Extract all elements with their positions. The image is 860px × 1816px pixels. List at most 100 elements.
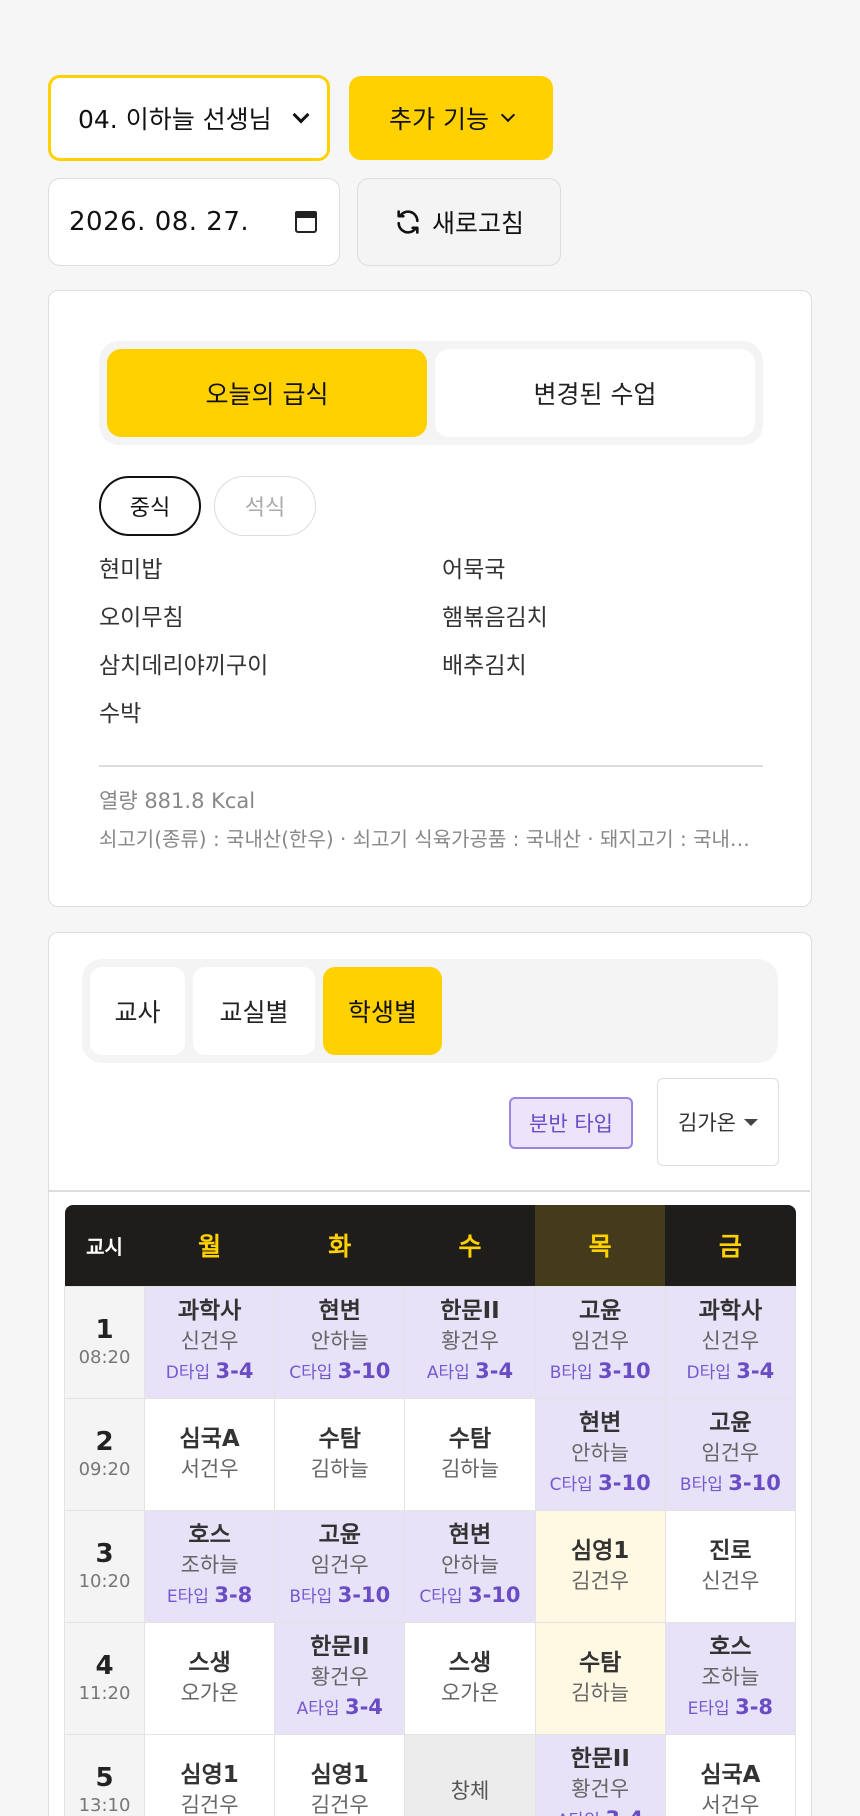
split-type-info: A타입 3-4 [275, 1692, 404, 1724]
class-cell[interactable]: 고윤 임건우 B타입 3-10 [664, 1397, 797, 1511]
split-type-suffix: 타입 [561, 1363, 593, 1383]
split-type-badge[interactable]: 분반 타입 [509, 1097, 633, 1149]
class-cell[interactable]: 심영1 김건우 [143, 1733, 276, 1816]
date-value: 2026. 08. 27. [69, 207, 250, 237]
period-number: 3 [95, 1539, 114, 1569]
timetable-row: 3 10:20 호스 조하늘 E타입 3-8 고윤 임건우 B타입 3-10 현변 안하늘 C타입 … [64, 1509, 797, 1623]
split-type-suffix: 타입 [569, 1811, 600, 1816]
class-cell[interactable]: 한문II황건우A타입 3-4 [534, 1733, 666, 1816]
class-cell[interactable]: 스생 오가온 [143, 1621, 276, 1735]
class-cell[interactable]: 심영1 김건우 [534, 1509, 666, 1623]
subject-name: 호스 [709, 1634, 752, 1660]
split-type-suffix: 타입 [438, 1363, 470, 1383]
student-select[interactable]: 김가온 [657, 1078, 779, 1166]
split-type-letter: E [166, 1587, 178, 1607]
class-cell[interactable]: 현변 안하늘 C타입 3-10 [404, 1509, 536, 1623]
class-cell[interactable]: 한문II황건우A타입 3-4 [274, 1621, 406, 1735]
class-cell[interactable]: 스생 오가온 [404, 1621, 536, 1735]
class-cell[interactable]: 수탐 김하늘 [404, 1397, 536, 1511]
refresh-button[interactable]: 새로고침 [357, 178, 561, 266]
split-type-info: D타입 3-4 [145, 1356, 274, 1388]
timetable-row: 513:10 심영1 김건우 심영1 김건우 창체 한문II 황건우 A타입 3-4 심국A 서건우 [64, 1733, 797, 1816]
split-room: 3-4 [736, 1359, 775, 1383]
meal-type-toggle: 중식 석식 [99, 476, 316, 536]
header-day-today: 목 [535, 1205, 666, 1286]
refresh-label: 새로고침 [431, 209, 524, 238]
teacher-select[interactable]: 04. 이하늘 선생님 [48, 75, 330, 161]
class-cell[interactable]: 창체 [404, 1733, 536, 1816]
split-type-letter: C [419, 1587, 432, 1607]
split-room: 3-10 [467, 1583, 521, 1607]
dinner-pill[interactable]: 석식 [214, 476, 316, 536]
tab-teacher[interactable]: 교사 [90, 967, 185, 1055]
class-cell[interactable]: 현변 안하늘 C타입 3-10 [534, 1397, 666, 1511]
class-cell[interactable]: 수탐 김하늘 [534, 1621, 666, 1735]
class-cell[interactable]: 심국A 서건우 [143, 1397, 276, 1511]
class-cell[interactable]: 수탐 김하늘 [274, 1397, 406, 1511]
class-cell[interactable]: 진로 신건우 [664, 1509, 797, 1623]
class-cell[interactable]: 고윤 임건우 B타입 3-10 [274, 1509, 406, 1623]
caret-down-icon [743, 1118, 758, 1126]
period-cell: 4 11:20 [64, 1621, 145, 1735]
class-cell[interactable]: 호스 조하늘 E타입 3-8 [664, 1621, 797, 1735]
subject-name: 현변 [448, 1522, 492, 1548]
teacher-name: 임건우 [701, 1441, 760, 1465]
meal-divider [99, 765, 763, 767]
subject-name: 현변 [318, 1298, 361, 1324]
subject-name: 한문II [440, 1298, 500, 1324]
teacher-name: 임건우 [310, 1553, 369, 1577]
calendar-icon[interactable] [295, 211, 317, 233]
tab-changed-classes[interactable]: 변경된 수업 [435, 349, 755, 437]
split-type-suffix: 타입 [177, 1587, 209, 1607]
split-room: 3-4 [605, 1807, 643, 1816]
timetable-view-tabs: 교사 교실별 학생별 [82, 959, 778, 1063]
class-cell[interactable]: 과학사 신건우 D타입 3-4 [143, 1285, 276, 1399]
extra-features-label: 추가 기능 [389, 105, 489, 134]
split-type-info: D타입 3-4 [666, 1356, 795, 1388]
teacher-name: 임건우 [571, 1329, 630, 1353]
subject-name: 한문II [570, 1746, 630, 1772]
subject-name: 수탐 [448, 1426, 492, 1452]
class-cell[interactable]: 고윤 임건우 B타입 3-10 [534, 1285, 666, 1399]
split-type-letter: B [289, 1587, 301, 1607]
class-cell[interactable]: 현변 안하늘 C타입 3-10 [274, 1285, 406, 1399]
student-select-value: 김가온 [678, 1111, 736, 1135]
period-time: 10:20 [78, 1571, 131, 1592]
teacher-name: 김건우 [180, 1793, 239, 1816]
split-type-letter: B [549, 1363, 562, 1383]
split-type-suffix: 타입 [301, 1363, 333, 1383]
class-cell[interactable]: 과학사신건우 D타입 3-4 [664, 1285, 797, 1399]
class-cell[interactable]: 호스 조하늘 E타입 3-8 [143, 1509, 276, 1623]
class-cell[interactable]: 심국A 서건우 [664, 1733, 797, 1816]
teacher-name: 신건우 [180, 1329, 239, 1353]
split-type-suffix: 타입 [698, 1699, 730, 1719]
header-day: 금 [665, 1205, 796, 1286]
lunch-pill[interactable]: 중식 [99, 476, 201, 536]
class-cell[interactable]: 한문II황건우A타입 3-4 [404, 1285, 536, 1399]
split-type-info: B타입 3-10 [666, 1468, 795, 1500]
menu-item: 어묵국 [442, 557, 506, 583]
teacher-name: 신건우 [701, 1329, 760, 1353]
split-type-suffix: 타입 [431, 1587, 463, 1607]
period-number: 1 [95, 1315, 114, 1345]
tab-classroom[interactable]: 교실별 [193, 967, 315, 1055]
split-type-letter: E [687, 1699, 699, 1719]
period-time: 11:20 [78, 1683, 131, 1704]
meal-tab-group: 오늘의 급식 변경된 수업 [99, 341, 763, 445]
date-row: 2026. 08. 27. 새로고침 [48, 178, 561, 266]
split-type-letter: B [679, 1475, 692, 1495]
timetable-row: 4 11:20 스생 오가온 한문II 황건우 A타입 3-4 스생 오가온 수탐 김하늘 호스 조하늘… [64, 1621, 797, 1735]
teacher-name: 안하늘 [310, 1329, 369, 1353]
menu-item: 햄볶음김치 [442, 605, 548, 631]
tab-student[interactable]: 학생별 [323, 967, 442, 1055]
timetable-grid: 교시 월 화 수 목 금 1 08:20 과학사 신건우 D타입 3-4 현변 안하늘 C타입… [64, 1205, 797, 1816]
header-day: 월 [144, 1205, 275, 1286]
class-cell[interactable]: 심영1 김건우 [274, 1733, 406, 1816]
menu-item: 오이무침 [99, 605, 184, 631]
extra-features-button[interactable]: 추가 기능 [349, 76, 553, 160]
split-type-letter: D [686, 1363, 700, 1383]
tab-todays-meal[interactable]: 오늘의 급식 [107, 349, 427, 437]
subject-name: 과학사 [698, 1298, 763, 1324]
date-input[interactable]: 2026. 08. 27. [48, 178, 340, 266]
split-type-info: A타입 3-4 [405, 1356, 534, 1388]
